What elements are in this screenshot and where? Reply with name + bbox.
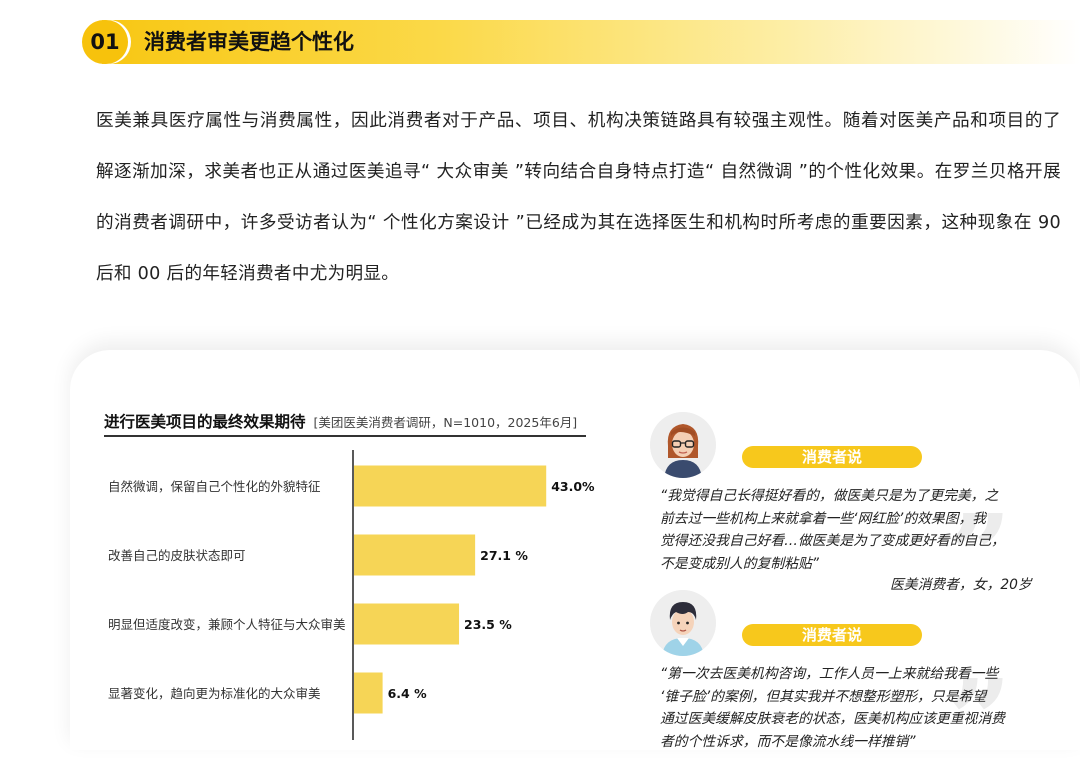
- chart-header: 进行医美项目的最终效果期待 [美团医美消费者调研，N=1010，2025年6月]: [104, 410, 577, 432]
- quote-line: 通过医美缓解皮肤衰老的状态，医美机构应该更重视消费: [660, 711, 1005, 727]
- section-number-badge: 01: [82, 20, 128, 64]
- bar: [354, 672, 383, 714]
- category-label: 明显但适度改变，兼顾个人特征与大众审美: [108, 617, 346, 632]
- category-label: 自然微调，保留自己个性化的外貌特征: [108, 479, 321, 494]
- intro-paragraph: 医美兼具医疗属性与消费属性，因此消费者对于产品、项目、机构决策链路具有较强主观性…: [96, 111, 1061, 284]
- section-title: 消费者审美更趋个性化: [144, 30, 354, 54]
- value-label: 27.1 %: [480, 548, 528, 563]
- consumer-says-tag: 消费者说: [742, 624, 922, 646]
- bar: [354, 534, 476, 576]
- quote-line: 前去过一些机构上来就拿着一些‘网红脸’的效果图，我: [660, 510, 987, 527]
- consumer-quote-1: “我觉得自己长得挺好看的，做医美只是为了更完美，之 前去过一些机构上来就拿着一些…: [660, 485, 1060, 575]
- chart-source: [美团医美消费者调研，N=1010，2025年6月]: [313, 414, 578, 430]
- value-label: 43.0%: [551, 479, 595, 494]
- quote-line: 觉得还没我自己好看…做医美是为了变成更好看的自己，: [660, 533, 1005, 549]
- section-header: 01 消费者审美更趋个性化: [82, 20, 1080, 66]
- chart-title-underline: [104, 435, 586, 437]
- bar: [354, 465, 547, 507]
- consumer-avatar-female: [650, 412, 716, 478]
- quote-line: 不是变成别人的复制粘贴”: [660, 555, 819, 572]
- quote-line: “第一次去医美机构咨询，工作人员一上来就给我看一些: [660, 666, 999, 682]
- chart-title: 进行医美项目的最终效果期待: [104, 413, 306, 431]
- quote-line: “我觉得自己长得挺好看的，做医美只是为了更完美，之: [660, 488, 999, 504]
- category-label: 改善自己的皮肤状态即可: [108, 548, 246, 563]
- category-label: 显著变化，趋向更为标准化的大众审美: [108, 686, 321, 701]
- value-label: 6.4 %: [388, 686, 427, 701]
- bar: [354, 603, 460, 645]
- quote-line: ‘锥子脸’的案例，但其实我并不想整形塑形，只是希望: [660, 688, 987, 705]
- consumer-avatar-male: [650, 590, 716, 656]
- value-label: 23.5 %: [464, 617, 512, 632]
- consumer-quote-2: “第一次去医美机构咨询，工作人员一上来就给我看一些 ‘锥子脸’的案例，但其实我并…: [660, 663, 1060, 753]
- consumer-says-tag: 消费者说: [742, 446, 922, 468]
- quote-author: 医美消费者，女，20岁: [890, 577, 1032, 593]
- bar-chart: 自然微调，保留自己个性化的外貌特征 43.0% 改善自己的皮肤状态即可 27.1 % 明…: [108, 450, 595, 740]
